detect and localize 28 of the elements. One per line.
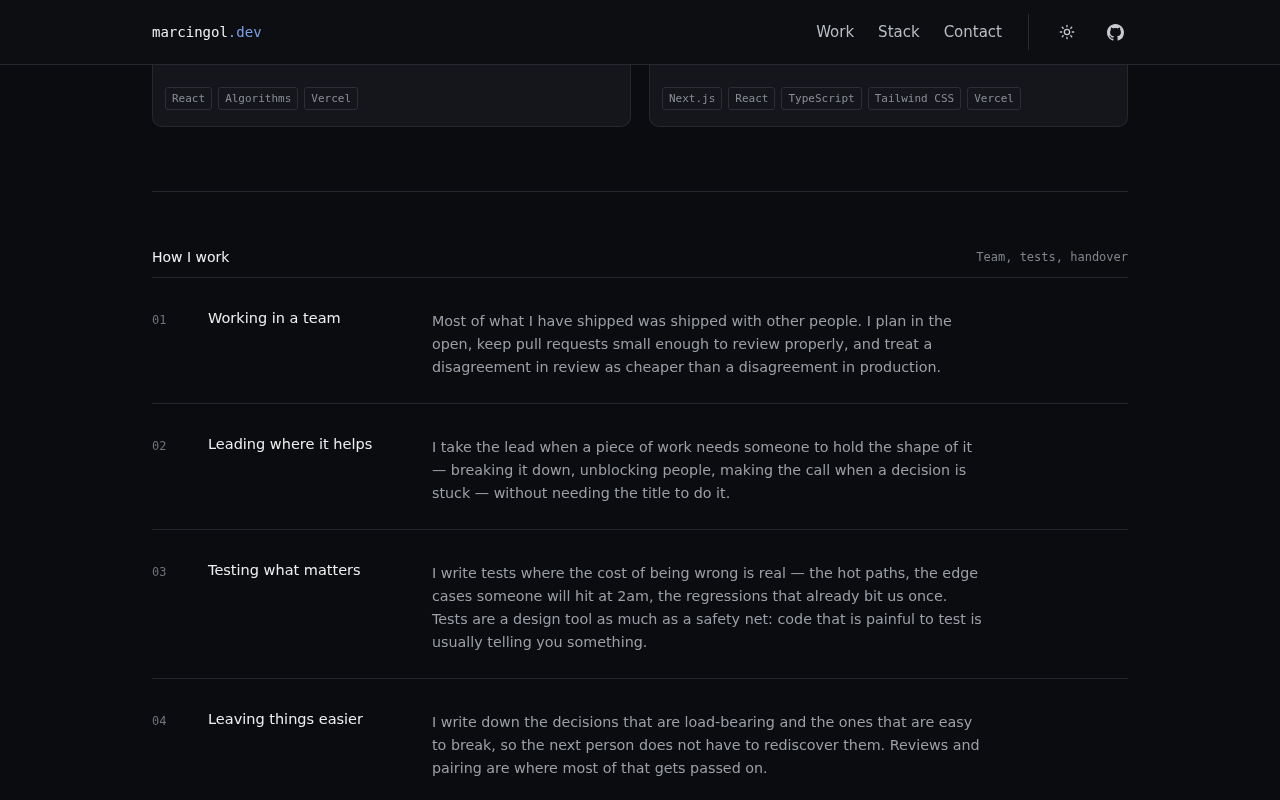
- tech-tag: Vercel: [967, 87, 1021, 110]
- item-number: 01: [152, 312, 168, 329]
- tech-tag: React: [728, 87, 776, 110]
- nav-link[interactable]: Contact: [943, 23, 1002, 41]
- item-title: Leading where it helps: [208, 436, 374, 454]
- section-title: How I work: [152, 249, 230, 265]
- nav-link[interactable]: Stack: [878, 23, 920, 41]
- tech-tag: React: [165, 87, 213, 110]
- tech-tag: Next.js: [662, 87, 723, 110]
- item-title: Working in a team: [208, 310, 342, 328]
- item-number: 02: [152, 438, 168, 455]
- item-number: 03: [152, 564, 168, 581]
- item-number: 04: [152, 713, 168, 730]
- item-title: Leaving things easier: [208, 711, 364, 729]
- item-description: Most of what I have shipped was shipped with other people. I plan in the open, keep pull requests small enough to review properly, and treat a disagreement in review as cheaper than a disagreement in production.: [432, 312, 953, 377]
- nav-link[interactable]: Work: [816, 23, 855, 41]
- item-description: I write down the decisions that are load-bearing and the ones that are easy to break, so the next person does not have to rediscover them. Reviews and pairing are where most of that gets passed on.: [432, 713, 981, 778]
- tech-tag: TypeScript: [781, 87, 862, 110]
- item-title: Testing what matters: [208, 562, 362, 580]
- github-icon: [1107, 23, 1124, 41]
- tech-tag: Tailwind CSS: [867, 87, 962, 110]
- tech-tag: Algorithms: [218, 87, 299, 110]
- item-description: I take the lead when a piece of work needs someone to hold the shape of it — breaking it down, unblocking people, making the call when a decision is stuck — without needing the title to do it.: [432, 438, 974, 503]
- sun-icon: [1059, 24, 1075, 40]
- section-subtitle: Team, tests, handover: [976, 250, 1128, 264]
- site-logo[interactable]: marcingol.dev: [152, 24, 262, 40]
- item-description: I write tests where the cost of being wrong is real — the hot paths, the edge cases someone will hit at 2am, the regressions that already bit us once. Tests are a design tool as much as a safety net: code that is painful to test is usually telling you something.: [432, 564, 983, 652]
- tech-tag: Vercel: [304, 87, 359, 110]
